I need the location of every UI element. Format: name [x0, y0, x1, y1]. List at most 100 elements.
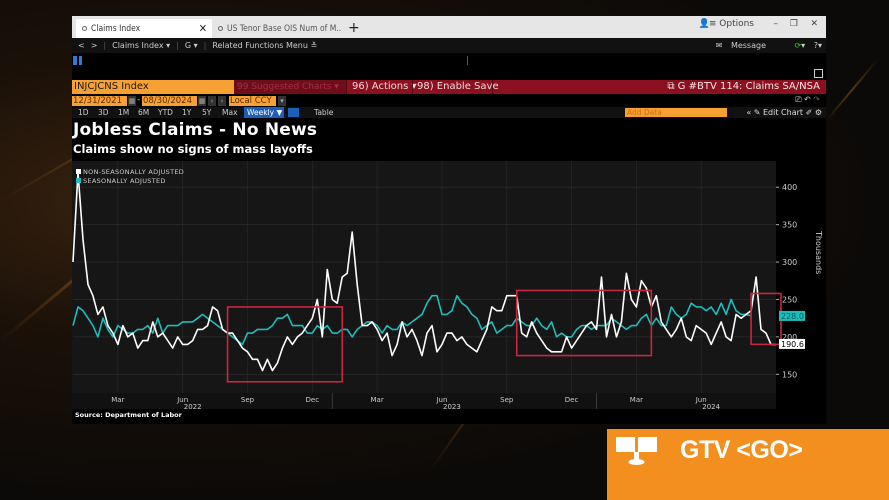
period-1y[interactable]: 1Y — [182, 107, 191, 118]
last-value-label-nsa: 190.6 — [781, 340, 804, 349]
gear-icon[interactable]: ⚙ — [815, 108, 822, 117]
period-1d[interactable]: 1D — [78, 107, 89, 118]
period-ytd[interactable]: YTD — [158, 107, 173, 118]
actions-button[interactable]: 96) Actions ▾ — [352, 80, 417, 94]
date-dash: - — [137, 95, 141, 105]
undo-icon[interactable]: ↶ — [804, 95, 811, 104]
add-data-input[interactable]: Add Data — [625, 108, 727, 117]
minimize-icon[interactable]: – — [774, 19, 779, 29]
nav-right-icons: ⟳▾ ?▾ — [794, 41, 822, 50]
forward-icon[interactable]: > — [91, 41, 98, 50]
tab-bar: Claims Index ✕ US Tenor Base OIS Num of … — [72, 16, 826, 38]
currency-field[interactable]: Local CCY — [229, 96, 276, 106]
ticker-field[interactable]: INJCJCNS Index — [72, 80, 234, 94]
nav-bar: < > | Claims Index ▾ | G ▾ | Related Fun… — [72, 38, 826, 53]
frequency-dropdown[interactable]: Weekly ▼ — [244, 107, 284, 118]
collapse-icon[interactable]: « — [746, 108, 753, 117]
message-label: Message — [730, 41, 766, 50]
g-dropdown[interactable]: G ▾ — [185, 41, 198, 50]
edit-chart-button[interactable]: Edit Chart — [763, 108, 803, 117]
period-max[interactable]: Max — [222, 107, 238, 118]
annotate-icon[interactable]: ✐ — [806, 108, 813, 117]
menu-icon: ≡ — [708, 19, 720, 29]
gtv-banner[interactable]: GTV <GO> — [607, 429, 889, 500]
restore-icon[interactable]: ❐ — [790, 19, 798, 29]
expand-icon[interactable] — [814, 69, 823, 78]
x-year-label: 2024 — [702, 403, 720, 409]
legend-label: NON-SEASONALLY ADJUSTED — [83, 167, 185, 176]
table-button[interactable]: Table — [314, 107, 333, 118]
period-5y[interactable]: 5Y — [202, 107, 211, 118]
next-period-icon[interactable]: › — [218, 96, 226, 106]
tab-label: US Tenor Base OIS Num of M.. — [227, 23, 342, 34]
function-toolbar: INJCJCNS Index 99 Suggested Charts ▾ 96)… — [72, 80, 826, 94]
line-chart-icon[interactable] — [288, 108, 299, 117]
window-close-icon[interactable]: ✕ — [810, 19, 818, 29]
divider — [467, 56, 468, 65]
chart-area: 150 200 250 300 350 400 Thousands Mar Jun Sep Dec M… — [72, 161, 826, 409]
legend-item-nsa[interactable]: NON-SEASONALLY ADJUSTED — [76, 167, 184, 176]
pencil-icon: ✎ — [753, 108, 763, 117]
start-date-field[interactable]: 12/31/2021 — [72, 96, 127, 106]
edit-chart-group: « ✎ Edit Chart ✐ ⚙ — [746, 107, 822, 118]
period-3d[interactable]: 3D — [98, 107, 109, 118]
prev-period-icon[interactable]: ‹ — [208, 96, 216, 106]
calendar-icon[interactable]: ▦ — [128, 96, 136, 106]
divider: | — [203, 41, 207, 50]
tab-us-tenor[interactable]: US Tenor Base OIS Num of M.. — [214, 19, 344, 38]
x-year-label: 2023 — [443, 403, 461, 409]
last-value-label-sa: 228.0 — [781, 312, 804, 321]
x-tick-label: Sep — [500, 396, 514, 404]
options-button[interactable]: ≡ Options — [709, 19, 754, 29]
add-tab-icon[interactable]: + — [348, 20, 360, 36]
suggested-charts-button[interactable]: 99 Suggested Charts ▾ — [234, 80, 346, 94]
security-dropdown[interactable]: Claims Index ▾ — [112, 41, 170, 50]
y-tick-label: 350 — [782, 221, 797, 230]
refresh-icon[interactable]: ⟳ — [794, 41, 801, 50]
calendar-icon[interactable]: ▦ — [198, 96, 206, 106]
related-functions-menu[interactable]: Related Functions Menu ≚ — [212, 41, 317, 50]
x-tick-label: Dec — [565, 396, 579, 404]
y-tick-label: 300 — [782, 258, 797, 267]
message-button[interactable]: ✉ Message — [710, 41, 766, 50]
period-6m[interactable]: 6M — [138, 107, 149, 118]
background-streak — [825, 59, 879, 122]
chart-subtitle: Claims show no signs of mass layoffs — [73, 142, 313, 156]
undo-redo-icons: ⎚ ↶ ↷ — [795, 95, 820, 105]
redo-icon[interactable]: ↷ — [813, 95, 820, 104]
command-line[interactable] — [72, 53, 826, 81]
series-line-nsa — [72, 171, 776, 372]
divider: | — [103, 41, 107, 50]
chart-id-title[interactable]: ⧉ G #BTV 114: Claims SA/NSA — [667, 80, 820, 94]
line-chart: 150200250300350400ThousandsMar Jun Sep Dec M… — [72, 161, 826, 409]
chart-legend: NON-SEASONALLY ADJUSTED SEASONALLY ADJUS… — [76, 167, 184, 185]
back-icon[interactable]: < — [78, 41, 85, 50]
end-date-field[interactable]: 08/30/2024 — [142, 96, 197, 106]
y-tick-label: 250 — [782, 295, 797, 304]
x-tick-label: Mar — [371, 396, 384, 404]
period-1m[interactable]: 1M — [118, 107, 129, 118]
popout-icon[interactable]: ⧉ — [667, 81, 677, 92]
x-tick-label: Mar — [111, 396, 124, 404]
x-tick-label: Sep — [241, 396, 255, 404]
help-icon[interactable]: ? — [814, 41, 818, 50]
y-axis-label: Thousands — [814, 230, 823, 274]
chart-id-label: G #BTV 114: Claims SA/NSA — [677, 81, 820, 92]
divider — [346, 80, 347, 94]
legend-item-sa[interactable]: SEASONALLY ADJUSTED — [76, 176, 184, 185]
divider — [492, 80, 493, 94]
tab-dot-icon — [218, 26, 223, 31]
screen-icon[interactable]: ⎚ — [795, 95, 801, 104]
divider: | — [176, 41, 179, 50]
gtv-label: GTV <GO> — [680, 436, 803, 464]
currency-dropdown-icon[interactable]: ▾ — [278, 96, 286, 106]
envelope-icon: ✉ — [715, 41, 725, 50]
tab-claims-index[interactable]: Claims Index ✕ — [76, 19, 212, 38]
terminal-window: Claims Index ✕ US Tenor Base OIS Num of … — [72, 16, 826, 424]
enable-save-button[interactable]: 98) Enable Save — [417, 80, 499, 94]
tab-dot-icon — [82, 26, 87, 31]
date-range-row: 12/31/2021 ▦ - 08/30/2024 ▦ ‹ › Local CC… — [72, 95, 826, 106]
x-tick-label: Dec — [306, 396, 320, 404]
x-year-label: 2022 — [184, 403, 202, 409]
close-icon[interactable]: ✕ — [199, 22, 207, 35]
